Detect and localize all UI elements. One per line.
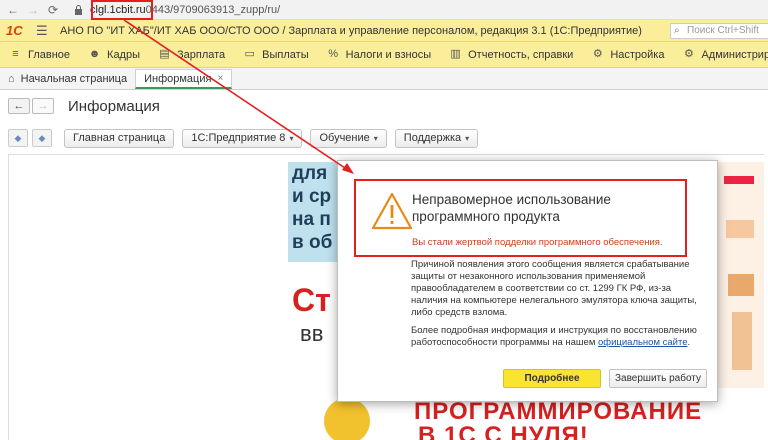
section-taxes[interactable]: % Налоги и взносы xyxy=(327,48,432,61)
section-label: Кадры xyxy=(107,48,140,61)
nav-right-icon[interactable]: ◆ xyxy=(32,129,52,147)
nav-left-icon[interactable]: ◆ xyxy=(8,129,28,147)
section-label: Главное xyxy=(28,48,71,61)
button-label: 1С:Предприятие 8 xyxy=(191,131,286,144)
section-administration[interactable]: ⚙ Администрирование xyxy=(682,48,768,61)
app-title-bar: 1С ☰ АНО ПО "ИТ ХАБ"/ИТ ХАБ ООО/СТО ООО … xyxy=(0,20,768,42)
section-label: Отчетность, справки xyxy=(468,48,574,61)
page-title: Информация xyxy=(68,97,160,115)
dialog-more-info: Более подробная информация и инструкция … xyxy=(411,325,701,349)
url-path: 0443/9709063913_zupp/ru/ xyxy=(145,3,281,16)
administration-section-icon: ⚙ xyxy=(684,48,694,60)
salary-section-icon: ▤ xyxy=(159,48,170,60)
payments-section-icon: ▭ xyxy=(244,48,255,60)
official-site-link[interactable]: официальном сайте xyxy=(598,337,688,348)
warning-icon xyxy=(371,192,413,230)
main-page-button[interactable]: Главная страница xyxy=(64,128,175,148)
chevron-down-icon: ▾ xyxy=(289,133,294,143)
url-annotation-box xyxy=(91,0,153,20)
section-label: Зарплата xyxy=(177,48,226,61)
warning-highlight-box: Неправомерное использование программного… xyxy=(354,179,687,257)
banner-illustration xyxy=(324,398,370,440)
menu-icon[interactable]: ☰ xyxy=(36,22,52,40)
sections-panel: ≡ Главное ☻ Кадры ▤ Зарплата ▭ Выплаты % Нало… xyxy=(0,42,768,68)
form-toolbar: ◆ ◆ Главная страница 1С:Предприятие 8 ▾ О… xyxy=(8,128,479,148)
tab-home-page[interactable]: ⌂ Начальная страница xyxy=(0,69,135,89)
button-label: Главная страница xyxy=(73,131,166,144)
warning-dialog: Неправомерное использование программного… xyxy=(337,160,718,402)
reports-section-icon: ▥ xyxy=(450,48,461,60)
enterprise-dropdown[interactable]: 1С:Предприятие 8 ▾ xyxy=(182,128,303,148)
dialog-title: Неправомерное использование программного… xyxy=(412,192,611,224)
chevron-down-icon: ▾ xyxy=(373,133,378,143)
exit-program-button[interactable]: Завершить работу xyxy=(609,369,707,388)
section-label: Налоги и взносы xyxy=(345,48,432,61)
section-label: Администрирование xyxy=(701,48,768,61)
browser-forward-button[interactable]: → xyxy=(26,3,40,17)
button-label: Обучение xyxy=(319,131,370,144)
lock-icon xyxy=(74,4,84,15)
dialog-warning-text: Вы стали жертвой подделки программного о… xyxy=(412,237,663,248)
section-personnel[interactable]: ☻ Кадры xyxy=(88,48,140,61)
tab-label: Информация xyxy=(144,72,212,85)
personnel-section-icon: ☻ xyxy=(88,48,101,60)
more-info-end: . xyxy=(687,337,691,348)
home-icon: ⌂ xyxy=(8,73,15,85)
section-payments[interactable]: ▭ Выплаты xyxy=(243,48,308,61)
section-label: Настройка xyxy=(610,48,665,61)
section-reports[interactable]: ▥ Отчетность, справки xyxy=(449,48,573,61)
close-icon[interactable]: × xyxy=(217,70,223,88)
more-details-button[interactable]: Подробнее xyxy=(503,369,601,388)
1c-logo: 1С xyxy=(6,22,23,38)
section-label: Выплаты xyxy=(262,48,309,61)
taxes-section-icon: % xyxy=(328,48,339,60)
search-placeholder: Поиск Ctrl+Shift xyxy=(687,25,759,36)
form-header: ← → Информация xyxy=(8,96,160,116)
tab-information[interactable]: Информация × xyxy=(135,69,233,89)
section-main[interactable]: ≡ Главное xyxy=(9,48,70,61)
chevron-down-icon: ▾ xyxy=(465,133,470,143)
browser-back-button[interactable]: ← xyxy=(6,3,20,17)
banner-subheading: В 1С С НУЛЯ! xyxy=(418,422,589,440)
support-dropdown[interactable]: Поддержка ▾ xyxy=(394,128,479,148)
open-windows-tabs: ⌂ Начальная страница Информация × xyxy=(0,68,768,90)
side-illustration xyxy=(718,162,764,388)
app-title: АНО ПО "ИТ ХАБ"/ИТ ХАБ ООО/СТО ООО / Зар… xyxy=(60,24,642,37)
tab-label: Начальная страница xyxy=(20,73,128,85)
settings-section-icon: ⚙ xyxy=(592,48,603,60)
section-salary[interactable]: ▤ Зарплата xyxy=(158,48,225,61)
form-forward-button[interactable]: → xyxy=(32,98,54,114)
form-back-button[interactable]: ← xyxy=(8,98,30,114)
button-label: Поддержка xyxy=(403,131,462,144)
browser-reload-button[interactable]: ⟳ xyxy=(46,3,60,17)
search-icon: ⌕ xyxy=(674,25,680,36)
training-dropdown[interactable]: Обучение ▾ xyxy=(310,128,387,148)
search-input[interactable]: ⌕ Поиск Ctrl+Shift xyxy=(670,23,768,39)
dialog-explanation: Причиной появления этого сообщения являе… xyxy=(411,259,697,318)
main-section-icon: ≡ xyxy=(12,48,19,60)
section-settings[interactable]: ⚙ Настройка xyxy=(591,48,665,61)
